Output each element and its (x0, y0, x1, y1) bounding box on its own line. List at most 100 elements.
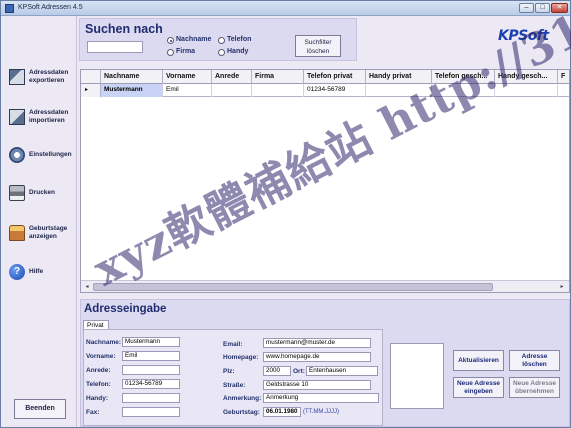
window-title: KPSoft Adressen 4.5 (18, 4, 83, 11)
address-grid: Nachname Vorname Anrede Firma Telefon pr… (80, 69, 570, 293)
radio-label-firma: Firma (176, 48, 196, 55)
sidebar-item-label: Adressdaten importieren (29, 109, 69, 124)
new-address-button[interactable]: Neue Adresse eingeben (453, 377, 504, 398)
sidebar-item-label: Geburtstage anzeigen (29, 225, 68, 240)
minimize-button[interactable]: – (519, 3, 534, 13)
table-cell[interactable]: Emil (163, 84, 212, 97)
sidebar-item-help[interactable]: ? Hilfe (7, 260, 73, 286)
ort-field[interactable]: Entenhausen (306, 366, 378, 376)
search-heading: Suchen nach (85, 22, 163, 36)
delete-address-button[interactable]: Adresse löschen (509, 350, 560, 371)
birthday-cake-icon (9, 225, 25, 241)
column-header[interactable]: Telefon privat (304, 70, 366, 84)
radio-telefon[interactable] (218, 37, 225, 44)
grid-header: Nachname Vorname Anrede Firma Telefon pr… (81, 70, 569, 84)
sidebar-item-label: Einstellungen (29, 151, 72, 158)
column-header[interactable]: F (558, 70, 569, 84)
table-cell[interactable] (252, 84, 304, 97)
column-header[interactable]: Anrede (212, 70, 252, 84)
title-bar: KPSoft Adressen 4.5 – □ ✕ (1, 1, 570, 16)
sidebar-item-settings[interactable]: Einstellungen (7, 143, 73, 169)
column-header[interactable]: Telefon gesch... (432, 70, 495, 84)
kpsoft-logo: KPSoft (498, 28, 549, 44)
sidebar-item-label: Drucken (29, 189, 56, 196)
table-cell[interactable] (558, 84, 569, 97)
sidebar-item-import[interactable]: Adressdaten importieren (7, 105, 73, 131)
search-panel: Suchen nach Nachname Telefon Firma Handy… (79, 18, 357, 61)
label-anmerkung: Anmerkung: (223, 395, 262, 402)
table-cell[interactable]: 01234-56789 (304, 84, 366, 97)
fax-field[interactable] (122, 407, 180, 417)
import-icon (9, 109, 25, 125)
scrollbar-thumb[interactable] (93, 283, 493, 291)
anrede-field[interactable] (122, 365, 180, 375)
sidebar-item-print[interactable]: Drucken (7, 181, 73, 207)
sidebar-item-label: Hilfe (29, 268, 44, 275)
radio-label-handy: Handy (227, 48, 249, 55)
label-ort: Ort: (293, 368, 305, 375)
print-icon (9, 185, 25, 201)
column-header[interactable]: Firma (252, 70, 304, 84)
photo-box[interactable] (390, 343, 444, 409)
label-plz: Plz: (223, 368, 235, 375)
label-email: Email: (223, 341, 243, 348)
sidebar-item-label: Adressdaten exportieren (29, 69, 69, 84)
radio-label-nachname: Nachname (176, 36, 212, 43)
help-icon: ? (9, 264, 25, 280)
vorname-field[interactable]: Emil (122, 351, 180, 361)
radio-nachname[interactable] (167, 37, 174, 44)
table-cell[interactable]: Mustermann (101, 84, 163, 97)
radio-firma[interactable] (167, 49, 174, 56)
geburtstag-field[interactable]: 06.01.1980 (263, 407, 301, 417)
label-handy: Handy: (86, 395, 109, 402)
column-header[interactable]: Handy gesch... (495, 70, 558, 84)
label-geburtstag: Geburtstag: (223, 409, 260, 416)
handy-field[interactable] (122, 393, 180, 403)
radio-label-telefon: Telefon (227, 36, 252, 43)
app-icon (5, 4, 14, 13)
sidebar-item-birthdays[interactable]: Geburtstage anzeigen (7, 221, 73, 247)
scroll-right-icon[interactable]: ▸ (557, 282, 567, 292)
close-button[interactable]: ✕ (551, 3, 568, 13)
row-indicator-icon: ▸ (81, 84, 101, 97)
row-header-corner (81, 70, 101, 84)
column-header[interactable]: Handy privat (366, 70, 432, 84)
app-window: KPSoft Adressen 4.5 – □ ✕ Adressdaten ex… (0, 0, 571, 428)
search-input[interactable] (87, 41, 143, 53)
sidebar-item-export[interactable]: Adressdaten exportieren (7, 65, 73, 91)
email-field[interactable]: mustermann@muster.de (263, 338, 371, 348)
table-cell[interactable] (432, 84, 495, 97)
label-homepage: Homepage: (223, 354, 259, 361)
end-button[interactable]: Beenden (14, 399, 66, 419)
homepage-field[interactable]: www.homepage.de (263, 352, 371, 362)
label-vorname: Vorname: (86, 353, 116, 360)
date-format-hint: (TT.MM.JJJJ) (303, 409, 339, 415)
table-cell[interactable] (212, 84, 252, 97)
sidebar: Adressdaten exportieren Adressdaten impo… (1, 16, 77, 427)
maximize-button[interactable]: □ (535, 3, 550, 13)
refresh-button[interactable]: Aktualisieren (453, 350, 504, 371)
export-icon (9, 69, 25, 85)
label-nachname: Nachname: (86, 339, 122, 346)
table-cell[interactable] (495, 84, 558, 97)
settings-icon (9, 147, 25, 163)
table-row[interactable]: ▸ Mustermann Emil 01234-56789 (81, 84, 569, 97)
telefon-field[interactable]: 01234-56789 (122, 379, 180, 389)
nachname-field[interactable]: Mustermann (122, 337, 180, 347)
horizontal-scrollbar[interactable]: ◂ ▸ (81, 280, 569, 292)
address-edit-panel: Adresseingabe Privat Nachname: Musterman… (80, 299, 570, 427)
apply-address-button[interactable]: Neue Adresse übernehmen (509, 377, 560, 398)
table-cell[interactable] (366, 84, 432, 97)
radio-handy[interactable] (218, 49, 225, 56)
column-header[interactable]: Nachname (101, 70, 163, 84)
column-header[interactable]: Vorname (163, 70, 212, 84)
scroll-left-icon[interactable]: ◂ (82, 282, 92, 292)
label-strasse: Straße: (223, 382, 246, 389)
strasse-field[interactable]: Geldstrasse 10 (263, 380, 371, 390)
plz-field[interactable]: 2000 (263, 366, 291, 376)
label-telefon: Telefon: (86, 381, 111, 388)
tab-body: Nachname: Mustermann Vorname: Emil Anred… (83, 329, 383, 426)
clear-filter-button[interactable]: Suchfilter löschen (295, 35, 341, 57)
anmerkung-field[interactable]: Anmerkung (263, 393, 379, 403)
label-anrede: Anrede: (86, 367, 111, 374)
